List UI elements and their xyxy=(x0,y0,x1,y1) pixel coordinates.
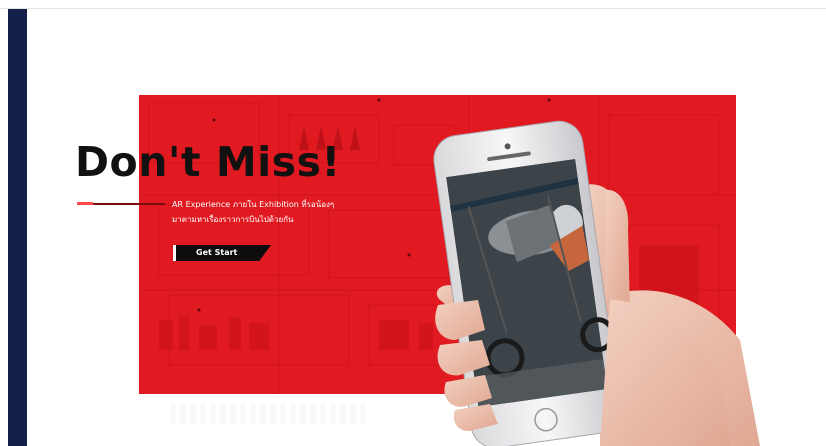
page-headline: Don't Miss! xyxy=(75,138,341,186)
subtitle-line-1: AR Experience ภายใน Exhibition ที่รอน้อง… xyxy=(172,200,335,209)
subtitle-line-2: มาตามหาเรื่องราวการบินไปด้วยกัน xyxy=(172,215,294,224)
hero-subtitle: AR Experience ภายใน Exhibition ที่รอน้อง… xyxy=(172,197,362,227)
left-accent-bar xyxy=(8,9,27,446)
faint-background-text xyxy=(170,404,370,424)
landing-page: Don't Miss! AR Experience ภายใน Exhibiti… xyxy=(0,0,826,446)
top-divider xyxy=(0,8,826,9)
get-start-button[interactable]: Get Start xyxy=(173,245,271,261)
headline-underline-accent xyxy=(77,202,93,205)
